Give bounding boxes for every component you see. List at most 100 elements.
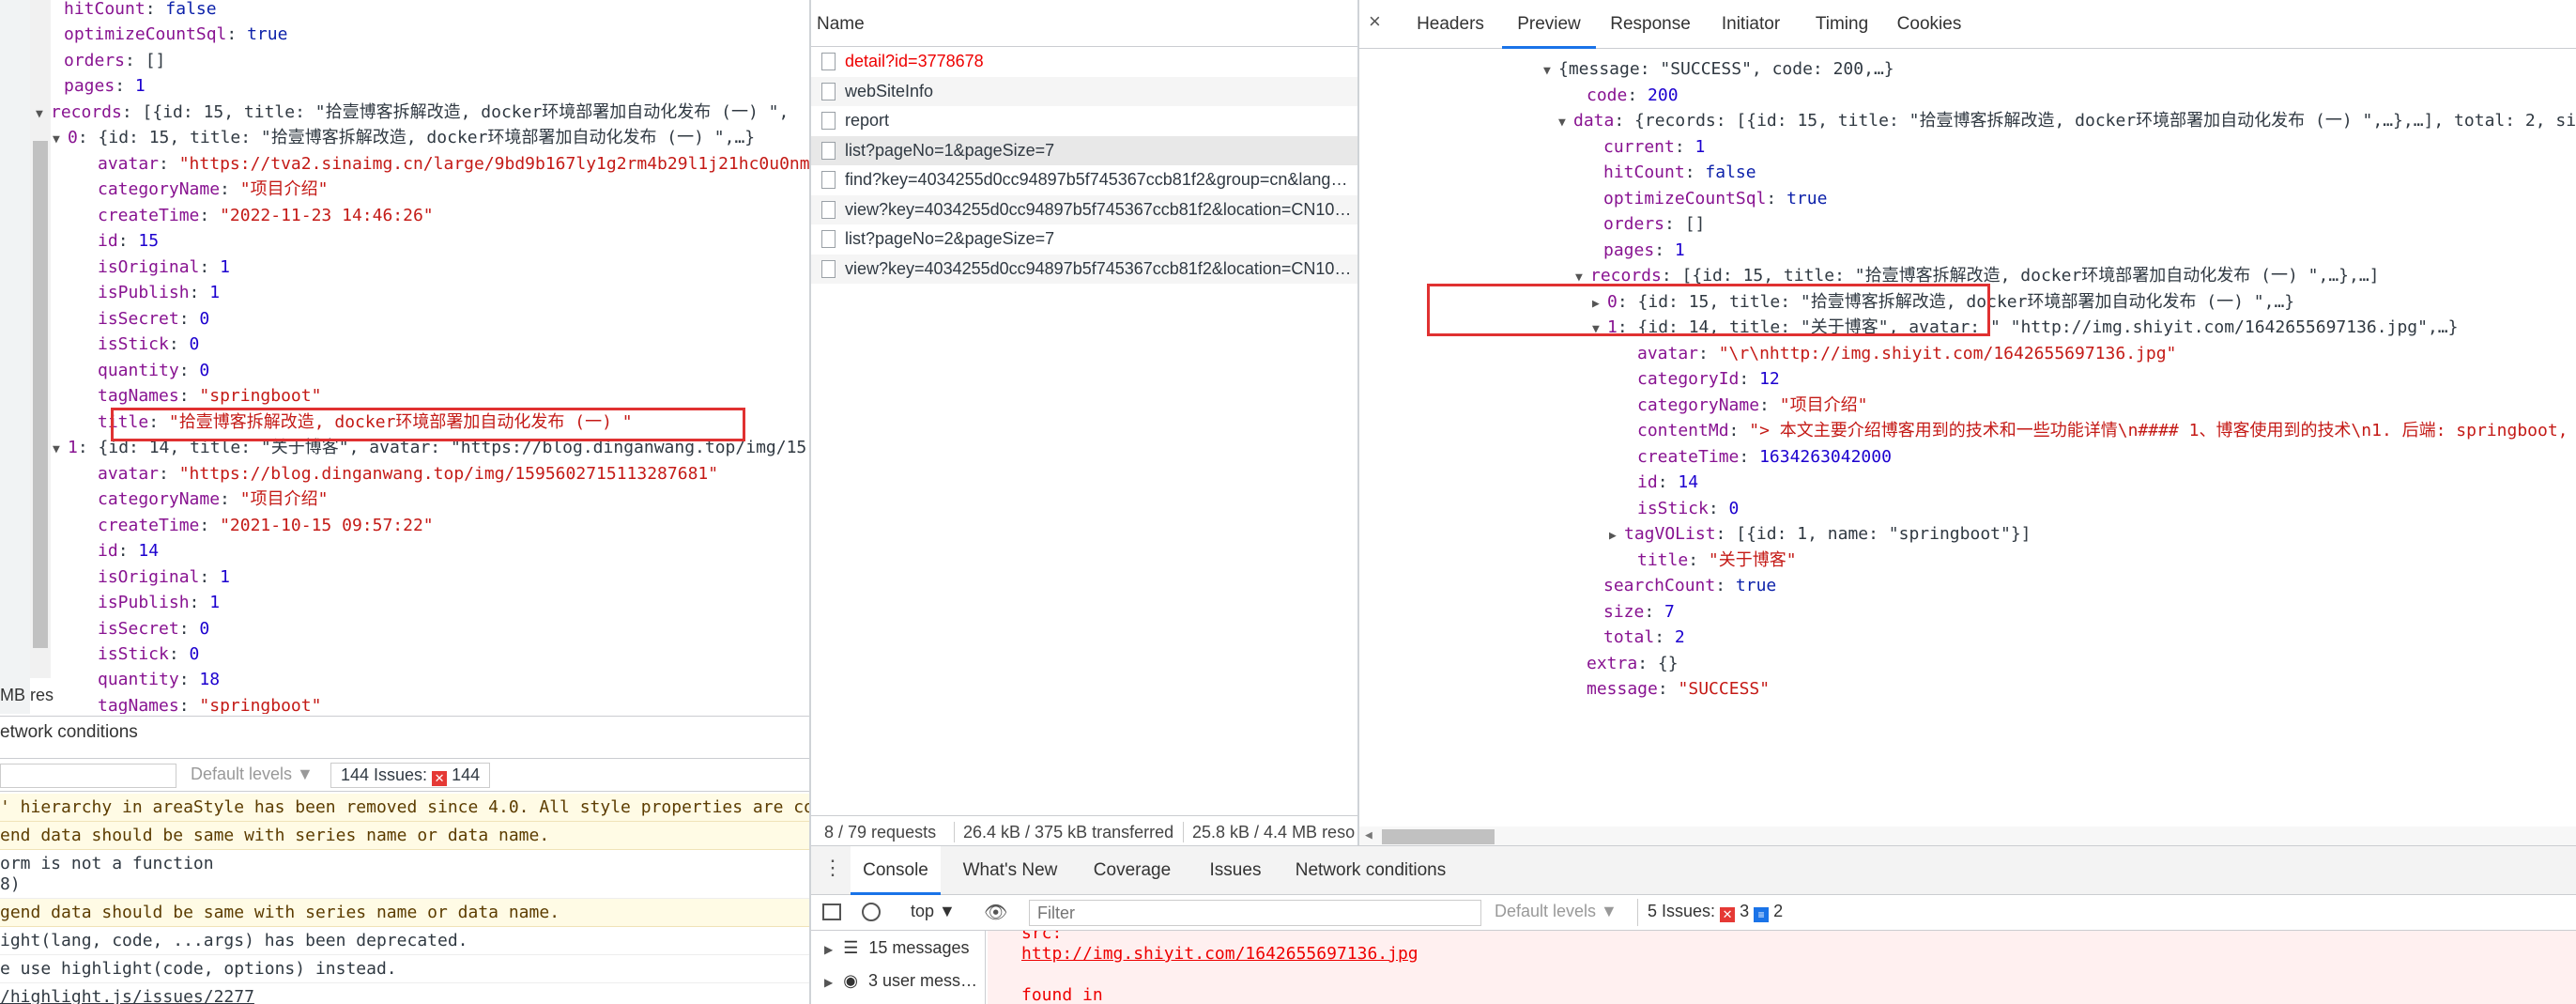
tab-initiator[interactable]: Initiator	[1705, 0, 1797, 49]
json-tree-row: extra: {}	[1587, 653, 1679, 673]
json-key: hitCount	[64, 0, 146, 19]
json-key: avatar	[98, 463, 160, 484]
tab-headers[interactable]: Headers	[1403, 0, 1498, 49]
json-tree-row: isSecret: 0	[98, 308, 210, 329]
error-link[interactable]: http://img.shiyit.com/1642655697136.jpg	[1021, 944, 2576, 965]
json-tree-row[interactable]: ▼ records: [{id: 15, title: "拾壹博客拆解改造, do…	[36, 101, 789, 124]
collapse-arrow-icon[interactable]: ▼	[1558, 112, 1573, 134]
json-tree-row: optimizeCountSql: true	[1603, 188, 1828, 209]
expand-arrow-icon[interactable]: ▶	[1609, 525, 1624, 548]
request-row[interactable]: view?key=4034255d0cc94897b5f745367ccb81f…	[811, 194, 1357, 224]
left-default-levels[interactable]: Default levels ▼	[191, 765, 314, 784]
left-issues-counter[interactable]: 144 Issues: ✕ 144	[330, 763, 491, 788]
json-tree-row: isStick: 0	[1637, 498, 1740, 518]
drawer-tab-what-s-new[interactable]: What's New	[954, 846, 1066, 895]
tab-timing[interactable]: Timing	[1801, 0, 1883, 49]
sidebar-toggle-icon[interactable]	[822, 904, 841, 920]
json-value: 1634263042000	[1759, 446, 1892, 467]
collapse-arrow-icon[interactable]: ▼	[53, 439, 68, 461]
json-key: records	[1590, 266, 1662, 286]
json-value: []	[145, 50, 166, 70]
json-tree-row: size: 7	[1603, 601, 1675, 622]
sidebar-item-messages[interactable]: ▶ ☰ 15 messages	[824, 938, 969, 958]
left-preview-pane: hitCount: false optimizeCountSql: true ord…	[0, 0, 809, 714]
json-tree-row: contentMd: "> 本文主要介绍博客用到的技术和一些功能详情\n####…	[1637, 420, 2576, 442]
collapse-arrow-icon[interactable]: ▼	[53, 129, 68, 151]
json-tree-row: hitCount: false	[64, 0, 217, 19]
tab-cookies[interactable]: Cookies	[1887, 0, 1971, 49]
request-row[interactable]: view?key=4034255d0cc94897b5f745367ccb81f…	[811, 254, 1357, 284]
json-tree-row[interactable]: ▼ data: {records: [{id: 15, title: "拾壹博客拆…	[1558, 110, 2576, 132]
json-key: records	[51, 101, 122, 122]
collapse-arrow-icon[interactable]: ▼	[1543, 60, 1558, 83]
drawer-menu-icon[interactable]: ⋮	[822, 856, 843, 880]
drawer-tab-network-conditions[interactable]: Network conditions	[1286, 846, 1455, 895]
request-row[interactable]: detail?id=3778678	[811, 47, 1357, 76]
json-value: 0	[199, 308, 210, 329]
left-drawer-title[interactable]: etwork conditions	[0, 722, 138, 743]
issues-error-count: 3	[1740, 902, 1750, 920]
request-name: report	[845, 111, 890, 130]
error-line: src:	[1021, 931, 1063, 943]
tab-preview[interactable]: Preview	[1502, 0, 1596, 49]
expand-icon: ▶	[824, 943, 834, 956]
left-gutter	[0, 0, 30, 714]
filter-input[interactable]	[1029, 900, 1481, 926]
console-message: gend data should be same with series nam…	[0, 899, 809, 927]
json-value: 2	[1674, 627, 1685, 647]
clear-console-icon[interactable]	[862, 903, 881, 921]
error-line: found in	[1021, 985, 1103, 1004]
json-tree-row: message: "SUCCESS"	[1587, 679, 1771, 699]
eye-icon[interactable]: 👁	[984, 901, 1007, 924]
json-key: message	[1587, 679, 1658, 699]
close-icon[interactable]: ×	[1369, 9, 1381, 34]
json-value: false	[1705, 162, 1756, 182]
drawer-tab-console[interactable]: Console	[851, 846, 941, 895]
request-row[interactable]: list?pageNo=2&pageSize=7	[811, 224, 1357, 254]
json-value: 1	[1694, 136, 1706, 157]
json-key: extra	[1587, 653, 1638, 673]
drawer-tab-issues[interactable]: Issues	[1198, 846, 1273, 895]
detail-hscrollbar[interactable]: ◀	[1359, 826, 2576, 845]
default-levels-dropdown[interactable]: Default levels ▼	[1495, 902, 1618, 921]
name-column-header[interactable]: Name	[811, 9, 1357, 47]
json-tree-row: pages: 1	[64, 76, 146, 97]
tab-response[interactable]: Response	[1600, 0, 1701, 49]
request-row[interactable]: list?pageNo=1&pageSize=7	[811, 135, 1357, 165]
json-value: "SUCCESS"	[1678, 679, 1771, 699]
json-tree-row: isStick: 0	[98, 334, 200, 355]
json-tree-row: categoryName: "项目介绍"	[98, 179, 329, 200]
issues-label: 5 Issues:	[1648, 902, 1716, 920]
request-row[interactable]: report	[811, 106, 1357, 135]
console-message: ight(lang, code, ...args) has been depre…	[0, 927, 809, 955]
drawer-tab-label: What's New	[962, 860, 1058, 880]
detail-hscrollbar-thumb[interactable]	[1382, 829, 1495, 844]
request-row[interactable]: webSiteInfo	[811, 76, 1357, 106]
json-key: categoryId	[1637, 369, 1740, 389]
json-value: 15	[138, 231, 160, 252]
json-key: pages	[64, 76, 115, 97]
json-tree-row[interactable]: ▼ 0: {id: 15, title: "拾壹博客拆解改造, docker环境部…	[53, 127, 755, 149]
left-filter-input[interactable]	[0, 764, 176, 788]
sidebar-item-user-messages[interactable]: ▶ ◉ 3 user mess…	[824, 971, 977, 991]
drawer-tab-coverage[interactable]: Coverage	[1080, 846, 1185, 895]
collapse-arrow-icon[interactable]: ▼	[36, 103, 51, 126]
json-tree-row[interactable]: ▶ tagVOList: [{id: 1, name: "springboot"}…	[1609, 523, 2032, 546]
expand-icon: ▶	[824, 976, 834, 989]
left-scrollbar-thumb[interactable]	[33, 141, 48, 648]
context-selector[interactable]: top ▼	[911, 902, 956, 921]
scroll-left-icon[interactable]: ◀	[1365, 828, 1372, 842]
console-toolbar: top ▼ 👁 Default levels ▼ 5 Issues: ✕ 3 ≡…	[811, 895, 2576, 931]
json-tree-row[interactable]: ▼ {message: "SUCCESS", code: 200,…}	[1543, 58, 1894, 81]
issues-counter[interactable]: 5 Issues: ✕ 3 ≡ 2	[1637, 899, 1792, 926]
json-value: "项目介绍"	[239, 179, 329, 200]
json-value: "2021-10-15 09:57:22"	[220, 515, 434, 535]
drawer-tab-label: Network conditions	[1295, 860, 1447, 880]
request-row[interactable]: find?key=4034255d0cc94897b5f745367ccb81f…	[811, 165, 1357, 194]
json-tree-row: orders: []	[1603, 214, 1706, 234]
json-key: isSecret	[98, 618, 179, 639]
json-key: id	[98, 231, 118, 252]
json-value: "https://blog.dinganwang.top/img/1595602…	[178, 463, 719, 484]
list-icon: ☰	[843, 938, 859, 957]
status-divider	[954, 822, 955, 842]
